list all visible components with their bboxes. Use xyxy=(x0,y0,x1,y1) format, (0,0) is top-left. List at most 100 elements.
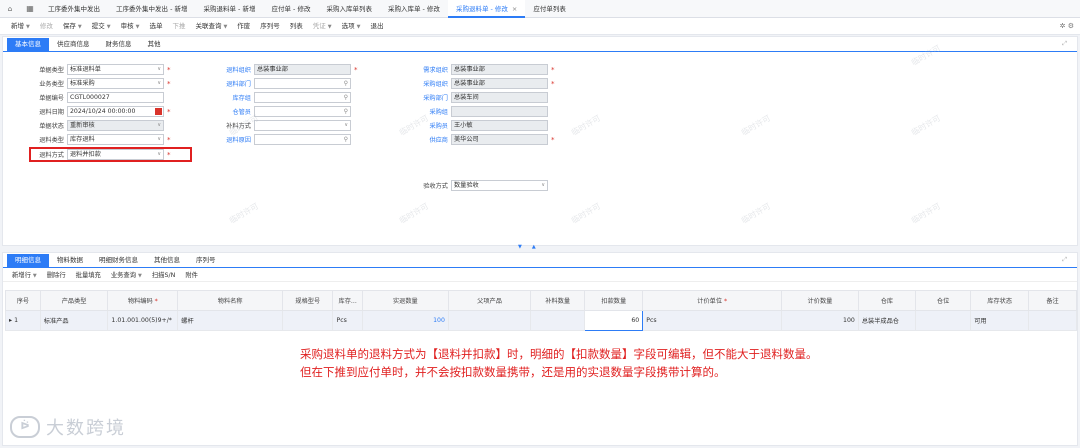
tab-outsourcing[interactable]: 工序委外集中发出 xyxy=(40,0,108,18)
modify-button[interactable]: 修改 xyxy=(35,18,58,35)
search-icon[interactable]: ⚲ xyxy=(344,79,348,88)
supplier-label[interactable]: 供应商 xyxy=(393,135,451,144)
cell-seq[interactable]: ▸ 1 xyxy=(5,310,41,331)
tab-other-info[interactable]: 其他信息 xyxy=(146,254,188,267)
attachment-button[interactable]: 附件 xyxy=(180,270,203,279)
new-row-button[interactable]: 新增行 ▼ xyxy=(7,270,42,279)
stock-keeper-input[interactable]: ⚲ xyxy=(254,106,351,117)
cell-material-code[interactable]: 1.01.001.00(5)9+/* xyxy=(107,310,179,331)
search-icon[interactable]: ⚲ xyxy=(344,107,348,116)
col-material-code[interactable]: 物料编码 * xyxy=(107,290,179,311)
purchase-org-input[interactable]: 总装事业部 xyxy=(451,78,548,89)
tab-outsourcing-new[interactable]: 工序委外集中发出 - 新增 xyxy=(108,0,195,18)
col-remark[interactable]: 备注 xyxy=(1028,290,1077,311)
col-price-unit[interactable]: 计价单位 * xyxy=(642,290,783,311)
expand-icon[interactable]: ⤢ xyxy=(1062,256,1067,264)
bill-type-select[interactable]: 标准退料单 ∨ xyxy=(67,64,164,75)
purchase-group-input[interactable] xyxy=(451,106,548,117)
col-price-qty[interactable]: 计价数量 xyxy=(781,290,859,311)
return-org-input[interactable]: 总装事业部 xyxy=(254,64,351,75)
new-button[interactable]: 新增 ▼ xyxy=(6,18,35,35)
search-icon[interactable]: ⚲ xyxy=(344,135,348,144)
purchaser-label[interactable]: 采购员 xyxy=(393,121,451,130)
purchase-group-label[interactable]: 采购组 xyxy=(393,107,451,116)
audit-button[interactable]: 审核 ▼ xyxy=(116,18,145,35)
scan-sn-button[interactable]: 扫描S/N xyxy=(147,270,180,279)
tab-purchase-return-edit[interactable]: 采购退料单 - 修改 × xyxy=(447,0,526,18)
tab-finance-info[interactable]: 财务信息 xyxy=(98,38,140,51)
table-row[interactable]: ▸ 1 标准产品 1.01.001.00(5)9+/* 螺杆 Pcs 100 6… xyxy=(5,310,1077,331)
col-parent[interactable]: 父项产品 xyxy=(447,290,532,311)
tab-payable-list[interactable]: 应付单列表 xyxy=(525,0,574,18)
serial-button[interactable]: 序列号 xyxy=(255,18,285,35)
close-icon[interactable]: × xyxy=(512,5,517,13)
return-org-label[interactable]: 退料组织 xyxy=(196,65,254,74)
bill-status-select[interactable]: 重新审核 ∨ xyxy=(67,120,164,131)
void-button[interactable]: 作废 xyxy=(232,18,255,35)
col-supply-qty[interactable]: 补料数量 xyxy=(530,290,586,311)
col-spec[interactable]: 规格型号 xyxy=(282,290,334,311)
return-date-input[interactable]: 2024/10/24 00:00:00 xyxy=(67,106,164,117)
col-seq[interactable]: 序号 xyxy=(5,290,41,311)
cell-spec[interactable] xyxy=(282,310,334,331)
cell-remark[interactable] xyxy=(1028,310,1077,331)
calendar-icon[interactable] xyxy=(155,108,162,115)
biz-type-select[interactable]: 标准采购 ∨ xyxy=(67,78,164,89)
col-stock-status[interactable]: 库存状态 xyxy=(970,290,1030,311)
return-type-select[interactable]: 库存退料 ∨ xyxy=(67,134,164,145)
list-button[interactable]: 列表 xyxy=(285,18,308,35)
purchase-dept-label[interactable]: 采购部门 xyxy=(393,93,451,102)
col-warehouse[interactable]: 仓库 xyxy=(857,290,916,311)
cell-price-unit[interactable]: Pcs xyxy=(642,310,783,331)
submit-button[interactable]: 提交 ▼ xyxy=(87,18,116,35)
cell-actual-qty[interactable]: 100 xyxy=(361,310,449,331)
cell-product-type[interactable]: 标准产品 xyxy=(39,310,109,331)
tab-payable-edit[interactable]: 应付单 - 修改 xyxy=(263,0,318,18)
cell-deduct-qty[interactable]: 60 xyxy=(584,310,644,331)
options-button[interactable]: 选项 ▼ xyxy=(337,18,366,35)
settings-icon[interactable]: ✲ ⚙ xyxy=(1060,18,1074,35)
tab-other[interactable]: 其他 xyxy=(140,38,169,51)
stock-keeper-label[interactable]: 仓管员 xyxy=(196,107,254,116)
tab-supplier-info[interactable]: 供应商信息 xyxy=(49,38,98,51)
col-actual-qty[interactable]: 实退数量 xyxy=(361,290,449,311)
col-material-name[interactable]: 物料名称 xyxy=(177,290,284,311)
supplier-input[interactable]: 美华公司 xyxy=(451,134,548,145)
purchaser-input[interactable]: 王小敏 xyxy=(451,120,548,131)
return-reason-label[interactable]: 退料原因 xyxy=(196,135,254,144)
voucher-button[interactable]: 凭证 ▼ xyxy=(308,18,337,35)
search-icon[interactable]: ⚲ xyxy=(344,93,348,102)
tab-purchase-return-new[interactable]: 采购退料单 - 新增 xyxy=(195,0,263,18)
cell-stock-status[interactable]: 可用 xyxy=(970,310,1030,331)
bill-no-input[interactable]: CGTL000027 xyxy=(67,92,164,103)
demand-org-label[interactable]: 需求组织 xyxy=(393,65,451,74)
exit-button[interactable]: 退出 xyxy=(366,18,389,35)
related-query-button[interactable]: 关联查询 ▼ xyxy=(190,18,232,35)
delete-row-button[interactable]: 删除行 xyxy=(42,270,71,279)
cell-parent[interactable] xyxy=(447,310,532,331)
app-grid-icon[interactable]: ▦ xyxy=(20,4,40,13)
biz-query-button[interactable]: 业务查询 ▼ xyxy=(106,270,147,279)
inspect-method-select[interactable]: 数量验收 ∨ xyxy=(451,180,548,191)
return-reason-input[interactable]: ⚲ xyxy=(254,134,351,145)
col-location[interactable]: 仓位 xyxy=(914,290,972,311)
stock-group-input[interactable]: ⚲ xyxy=(254,92,351,103)
purchase-org-label[interactable]: 采购组织 xyxy=(393,79,451,88)
save-button[interactable]: 保存 ▼ xyxy=(58,18,87,35)
collapse-arrows-icon[interactable]: ▼▲ xyxy=(518,244,546,250)
col-product-type[interactable]: 产品类型 xyxy=(39,290,109,311)
demand-org-input[interactable]: 总装事业部 xyxy=(451,64,548,75)
batch-fill-button[interactable]: 批量填充 xyxy=(71,270,106,279)
tab-purchase-receipt-list[interactable]: 采购入库单列表 xyxy=(318,0,380,18)
supply-method-select[interactable]: ∨ xyxy=(254,120,351,131)
cell-price-qty[interactable]: 100 xyxy=(781,310,859,331)
purchase-dept-input[interactable]: 总装车间 xyxy=(451,92,548,103)
cell-warehouse[interactable]: 总装半成品仓 xyxy=(857,310,916,331)
return-dept-input[interactable]: ⚲ xyxy=(254,78,351,89)
tab-basic-info[interactable]: 基本信息 xyxy=(7,38,49,51)
tab-detail-info[interactable]: 明细信息 xyxy=(7,254,49,267)
cell-material-name[interactable]: 螺杆 xyxy=(177,310,284,331)
tab-serial-no[interactable]: 序列号 xyxy=(188,254,224,267)
tab-purchase-receipt-edit[interactable]: 采购入库单 - 修改 xyxy=(380,0,448,18)
cell-stock-unit[interactable]: Pcs xyxy=(332,310,363,331)
